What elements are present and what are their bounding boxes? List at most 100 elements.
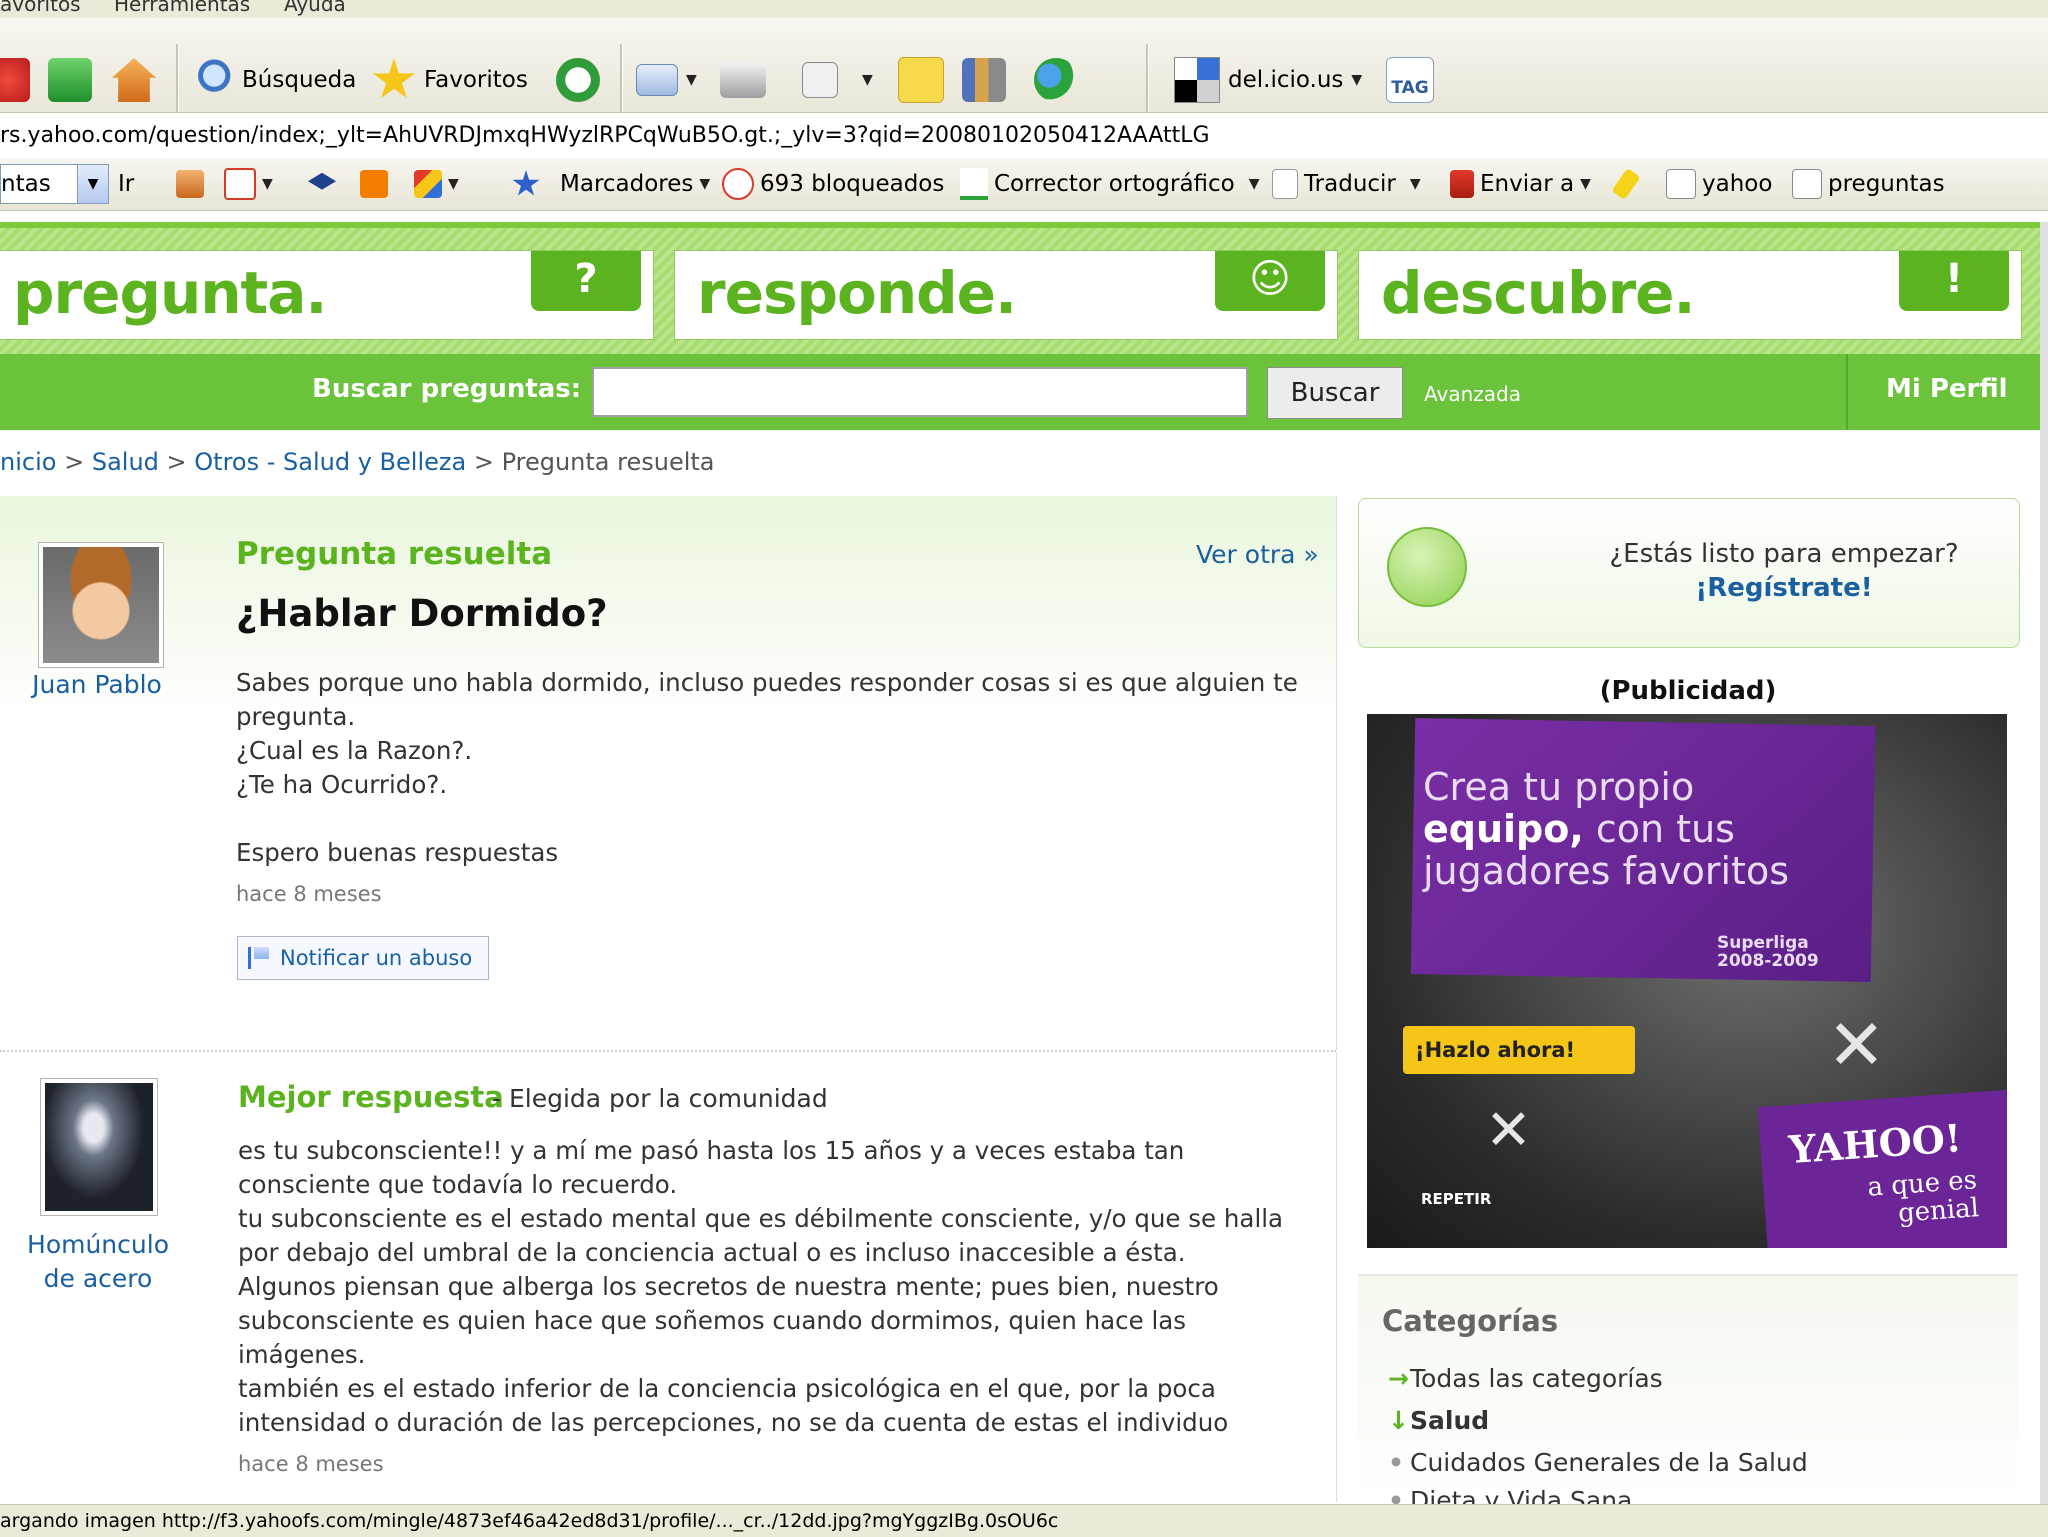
translate-icon [1272,169,1298,199]
answer-line: Algunos piensan que alberga los secretos… [238,1272,1219,1301]
chevron-down-icon[interactable]: ▼ [686,72,697,88]
cross-mark-icon: ✕ [1827,1004,1886,1086]
spellcheck-icon [960,168,988,200]
mail-icon [636,64,678,96]
history-button[interactable] [556,50,600,110]
messenger-button[interactable] [1034,50,1078,110]
word-icon [802,62,838,98]
links-toolbar: ntas ▼ Ir ▼ ▼ Marcadores ▼ 693 bloqueados… [0,158,2048,211]
gmail-button[interactable]: ▼ [224,158,273,210]
see-another-link[interactable]: Ver otra » [1196,540,1319,569]
hero-card-responde[interactable]: responde. ☺ [674,250,1338,340]
advanced-search-link[interactable]: Avanzada [1424,382,1521,406]
send-to-button[interactable]: Enviar a ▼ [1450,158,1591,210]
hero-card-descubre[interactable]: descubre. ! [1358,250,2022,340]
scholar-button[interactable] [308,158,336,210]
popup-blocker-button[interactable]: 693 bloqueados [722,158,944,210]
send-icon [1450,170,1474,198]
tag-button[interactable]: TAG [1386,50,1434,110]
search-icon [1666,169,1696,199]
my-profile-link[interactable]: Mi Perfil [1886,374,2008,404]
chevron-down-icon[interactable]: ▼ [1410,176,1421,192]
menu-item-help[interactable]: Ayuda [284,0,346,16]
asker-name[interactable]: Juan Pablo [0,670,194,699]
search-preguntas-button[interactable]: preguntas [1792,158,1945,210]
status-text: argando imagen http://f3.yahoofs.com/min… [0,1510,1059,1532]
menu-item-favorites[interactable]: avoritos [0,0,81,16]
mail-button[interactable]: ▼ [636,50,697,110]
answer-line: por debajo del umbral de la conciencia a… [238,1238,1186,1267]
home-button[interactable] [112,50,156,110]
categories-panel: Categorías →Todas las categorías ↓Salud … [1358,1274,2018,1515]
category-item-selected[interactable]: ↓Salud [1388,1406,1489,1435]
breadcrumb-salud[interactable]: Salud [92,448,159,476]
graduation-cap-icon [308,172,336,190]
categories-title: Categorías [1382,1304,1559,1338]
arrow-right-icon: → [1388,1364,1409,1393]
chevron-down-icon[interactable]: ▼ [448,176,459,192]
edit-word-button[interactable] [802,50,838,110]
delicious-button[interactable]: del.icio.us ▼ [1174,50,1362,110]
flag-icon [248,947,271,969]
browser-toolbar: Búsqueda Favoritos ▼ ▼ del.icio.us ▼ TAG [0,18,2048,125]
favorites-button[interactable]: Favoritos [372,50,528,110]
chevron-down-icon: ▼ [862,72,873,88]
highlight-button[interactable] [1611,158,1641,210]
address-bar[interactable]: rs.yahoo.com/question/index;_ylt=AhUVRDJ… [0,112,2048,160]
chevron-down-icon[interactable]: ▼ [1249,176,1260,192]
stop-button[interactable] [0,50,30,110]
asker-avatar[interactable] [38,542,164,668]
menu-bar: avoritos Herramientas Ayuda [0,0,2048,19]
chevron-down-icon[interactable]: ▼ [262,176,273,192]
question-mark-icon: ? [531,251,641,311]
breadcrumb-otros[interactable]: Otros - Salud y Belleza [194,448,466,476]
print-button[interactable] [720,50,766,110]
chevron-down-icon[interactable]: ▼ [77,164,109,204]
research-button[interactable] [962,50,1006,110]
signup-question: ¿Estás listo para empezar? [1609,539,1959,569]
question-title: ¿Hablar Dormido? [236,592,608,635]
printer-icon [720,62,766,98]
answer-line: consciente que todavía lo recuerdo. [238,1170,678,1199]
page-scrollbar[interactable] [2040,222,2048,1504]
menu-item-tools[interactable]: Herramientas [114,0,250,16]
register-link[interactable]: ¡Regístrate! [1569,573,1999,603]
category-item[interactable]: →Todas las categorías [1388,1364,1663,1393]
breadcrumb-home[interactable]: nicio [0,448,56,476]
star-icon [372,58,416,99]
bookmarks-button[interactable]: Marcadores ▼ [512,158,710,210]
ad-repeat-button[interactable]: REPETIR [1421,1190,1491,1208]
advertisement[interactable]: Crea tu propio equipo, con tus jugadores… [1367,714,2007,1248]
spellcheck-button[interactable]: Corrector ortográfico ▼ [960,158,1260,210]
search-yahoo-button[interactable]: yahoo [1666,158,1772,210]
blogger-icon [360,170,388,198]
refresh-button[interactable] [48,50,92,110]
search-button[interactable]: Búsqueda [190,50,356,110]
bullet-icon: • [1388,1448,1404,1477]
cartoon-face-icon [43,547,159,663]
chevron-down-icon[interactable]: ▼ [1351,72,1362,88]
category-item[interactable]: • Cuidados Generales de la Salud [1388,1448,1808,1477]
go-button[interactable]: Ir [118,158,134,210]
report-abuse-button[interactable]: Notificar un abuso [237,936,490,980]
search-button[interactable]: Buscar [1267,367,1403,419]
answerer-name[interactable]: Homúnculo de acero [0,1228,196,1296]
note-button[interactable] [898,50,944,110]
blogger-button[interactable] [360,158,388,210]
search-input[interactable] [592,367,1248,417]
chevron-down-icon: ▼ [1580,176,1591,192]
hero-card-pregunta[interactable]: pregunta. ? [0,250,654,340]
tag-icon: TAG [1386,57,1434,103]
answerer-avatar[interactable] [40,1078,158,1216]
search-icon [1792,169,1822,199]
delicious-icon [1174,57,1220,103]
history-icon [556,58,600,102]
address-input[interactable]: rs.yahoo.com/question/index;_ylt=AhUVRDJ… [0,113,1210,159]
breadcrumb-current: Pregunta resuelta [501,448,715,476]
translate-button[interactable]: Traducir ▼ [1272,158,1421,210]
edit-dropdown[interactable]: ▼ [862,50,873,110]
addressbook-button[interactable] [176,158,204,210]
ad-cta-button[interactable]: ¡Hazlo ahora! [1403,1026,1635,1074]
search-type-select[interactable]: ntas ▼ [0,158,109,210]
bookmarks-app-button[interactable]: ▼ [414,158,459,210]
